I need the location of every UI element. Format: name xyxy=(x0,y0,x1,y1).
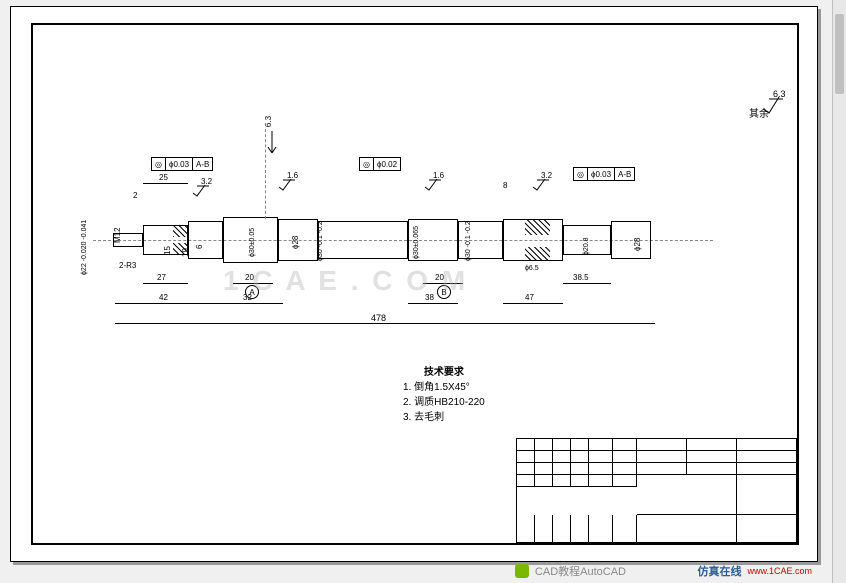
tech-requirements: 技术要求 1. 倒角1.5X45° 2. 调质HB210-220 3. 去毛刺 xyxy=(403,365,485,425)
dim-19: 19 xyxy=(181,248,190,257)
dim-line-38-5 xyxy=(563,283,611,284)
dim-line-478 xyxy=(115,323,655,324)
ra-value: 3.2 xyxy=(541,171,552,180)
gdt-tol: ϕ0.02 xyxy=(374,158,400,170)
gdt-frame-left: ◎ ϕ0.03 A-B xyxy=(151,157,213,171)
tech-req-title: 技术要求 xyxy=(403,365,485,380)
dim-6: 6 xyxy=(195,245,204,249)
dim-line-20a xyxy=(233,283,273,284)
dim-2r3: 2-R3 xyxy=(119,261,136,270)
surface-finish-general: 6.3 xyxy=(761,95,785,115)
dim-phi22: ϕ22 -0.020 -0.041 xyxy=(81,220,88,275)
dim-20a: 20 xyxy=(245,273,254,282)
dim-8: 8 xyxy=(503,181,507,190)
gdt-symbol: ◎ xyxy=(574,168,588,180)
break-line-1 xyxy=(33,25,34,83)
shaft-seg2 xyxy=(188,221,223,259)
ra-value: 1.6 xyxy=(287,171,298,180)
dim-phi30-05: ϕ30±0.05 xyxy=(249,228,256,257)
dim-line-38 xyxy=(408,303,458,304)
footer-right: 仿真在线 www.1CAE.com xyxy=(697,563,812,579)
gdt-tol: ϕ0.03 xyxy=(166,158,193,170)
wechat-icon xyxy=(515,564,529,578)
gdt-symbol: ◎ xyxy=(360,158,374,170)
surface-mark-4: 3.2 xyxy=(531,177,549,191)
dim-42: 42 xyxy=(159,293,168,302)
dim-15: 15 xyxy=(163,246,172,255)
shaft-seg10 xyxy=(611,221,651,259)
dim-phi20-8: ϕ20.8 xyxy=(583,237,590,255)
dim-478: 478 xyxy=(371,313,386,323)
tech-req-item: 2. 调质HB210-220 xyxy=(403,395,485,410)
dim-32: 32 xyxy=(243,293,252,302)
dim-phi30-01: ϕ30 -0.1 -0.2 xyxy=(317,221,324,261)
scrollbar-thumb[interactable] xyxy=(835,14,844,94)
vertical-scrollbar[interactable] xyxy=(832,0,846,583)
dim-phi28a: ϕ28 xyxy=(291,236,300,249)
gdt-frame-right: ◎ ϕ0.03 A-B xyxy=(573,167,635,181)
hatch-2b xyxy=(525,247,550,261)
dim-27: 27 xyxy=(157,273,166,282)
dim-m12: M12 xyxy=(113,227,122,243)
footer-left-text: CAD教程AutoCAD xyxy=(535,563,626,579)
dim-phi30-01b: ϕ30 -0.1 -0.2 xyxy=(465,221,472,261)
dim-phi30-065: ϕ30±0.065 xyxy=(413,226,420,259)
tech-req-item: 1. 倒角1.5X45° xyxy=(403,380,485,395)
dim-47: 47 xyxy=(525,293,534,302)
gdt-datum: A-B xyxy=(193,158,212,170)
surface-mark-1: 3.2 xyxy=(191,183,209,197)
dim-2: 2 xyxy=(133,191,137,200)
break-line-2 xyxy=(33,83,34,141)
gdt-frame-mid: ◎ ϕ0.02 xyxy=(359,157,401,171)
datum-b: B xyxy=(437,285,451,299)
hatch-2a xyxy=(525,219,550,235)
section-pointer xyxy=(265,129,266,219)
dim-25: 25 xyxy=(159,173,168,182)
footer-brand: 仿真在线 xyxy=(697,563,741,579)
dim-phi28b: ϕ28 xyxy=(633,238,642,251)
general-ra-value: 6.3 xyxy=(773,89,786,99)
dim-line-25 xyxy=(143,183,188,184)
surface-mark-3: 1.6 xyxy=(423,177,441,191)
dim-line-20b xyxy=(423,283,463,284)
dim-line-47 xyxy=(503,303,563,304)
hatch-1a xyxy=(173,225,188,237)
drawing-sheet: 其余 6.3 ◎ ϕ0.03 A xyxy=(10,6,818,562)
ra-value: 3.2 xyxy=(201,177,212,186)
dim-line-42 xyxy=(115,303,223,304)
dim-line-32 xyxy=(223,303,283,304)
surface-mark-2: 1.6 xyxy=(277,177,295,191)
dim-phi6-5: ϕ6.5 xyxy=(525,265,539,272)
gdt-tol: ϕ0.03 xyxy=(588,168,615,180)
ra-value: 6.3 xyxy=(264,116,273,127)
dim-20b: 20 xyxy=(435,273,444,282)
footer-url: www.1CAE.com xyxy=(747,566,812,576)
drawing-frame: 其余 6.3 ◎ ϕ0.03 A xyxy=(31,23,799,545)
dim-38: 38 xyxy=(425,293,434,302)
dim-line-27 xyxy=(143,283,188,284)
gdt-datum: A-B xyxy=(615,168,634,180)
ra-value: 1.6 xyxy=(433,171,444,180)
dim-38-5: 38.5 xyxy=(573,273,589,282)
title-block xyxy=(516,438,797,543)
shaft-seg5 xyxy=(318,221,408,259)
gdt-symbol: ◎ xyxy=(152,158,166,170)
tech-req-item: 3. 去毛刺 xyxy=(403,410,485,425)
footer-left: CAD教程AutoCAD xyxy=(515,563,626,579)
